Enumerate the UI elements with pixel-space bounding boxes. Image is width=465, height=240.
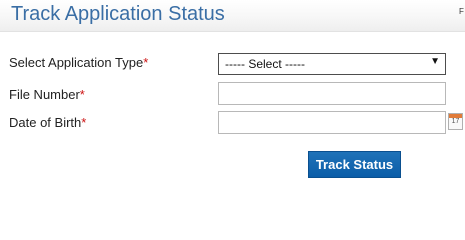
- date-of-birth-label: Date of Birth*: [9, 115, 86, 130]
- required-marker: *: [81, 115, 87, 130]
- application-type-select[interactable]: ----- Select ----- ▼: [218, 53, 446, 75]
- file-number-label-text: File Number: [9, 87, 80, 102]
- file-number-label: File Number*: [9, 87, 85, 102]
- file-number-input[interactable]: [218, 82, 446, 105]
- chevron-down-icon: ▼: [430, 56, 440, 67]
- application-type-label: Select Application Type*: [9, 55, 148, 70]
- application-type-selected-value: ----- Select -----: [225, 57, 305, 71]
- page-title: Track Application Status: [11, 3, 225, 25]
- header-edge-text: F: [459, 7, 464, 16]
- page-header: Track Application Status F: [0, 0, 465, 32]
- calendar-day-number: 17: [451, 118, 460, 125]
- date-of-birth-input[interactable]: [218, 111, 446, 134]
- calendar-icon[interactable]: 17: [448, 113, 463, 130]
- date-of-birth-label-text: Date of Birth: [9, 115, 82, 130]
- required-marker: *: [143, 55, 149, 70]
- track-status-button[interactable]: Track Status: [308, 151, 401, 178]
- application-type-label-text: Select Application Type: [9, 55, 144, 70]
- required-marker: *: [79, 87, 85, 102]
